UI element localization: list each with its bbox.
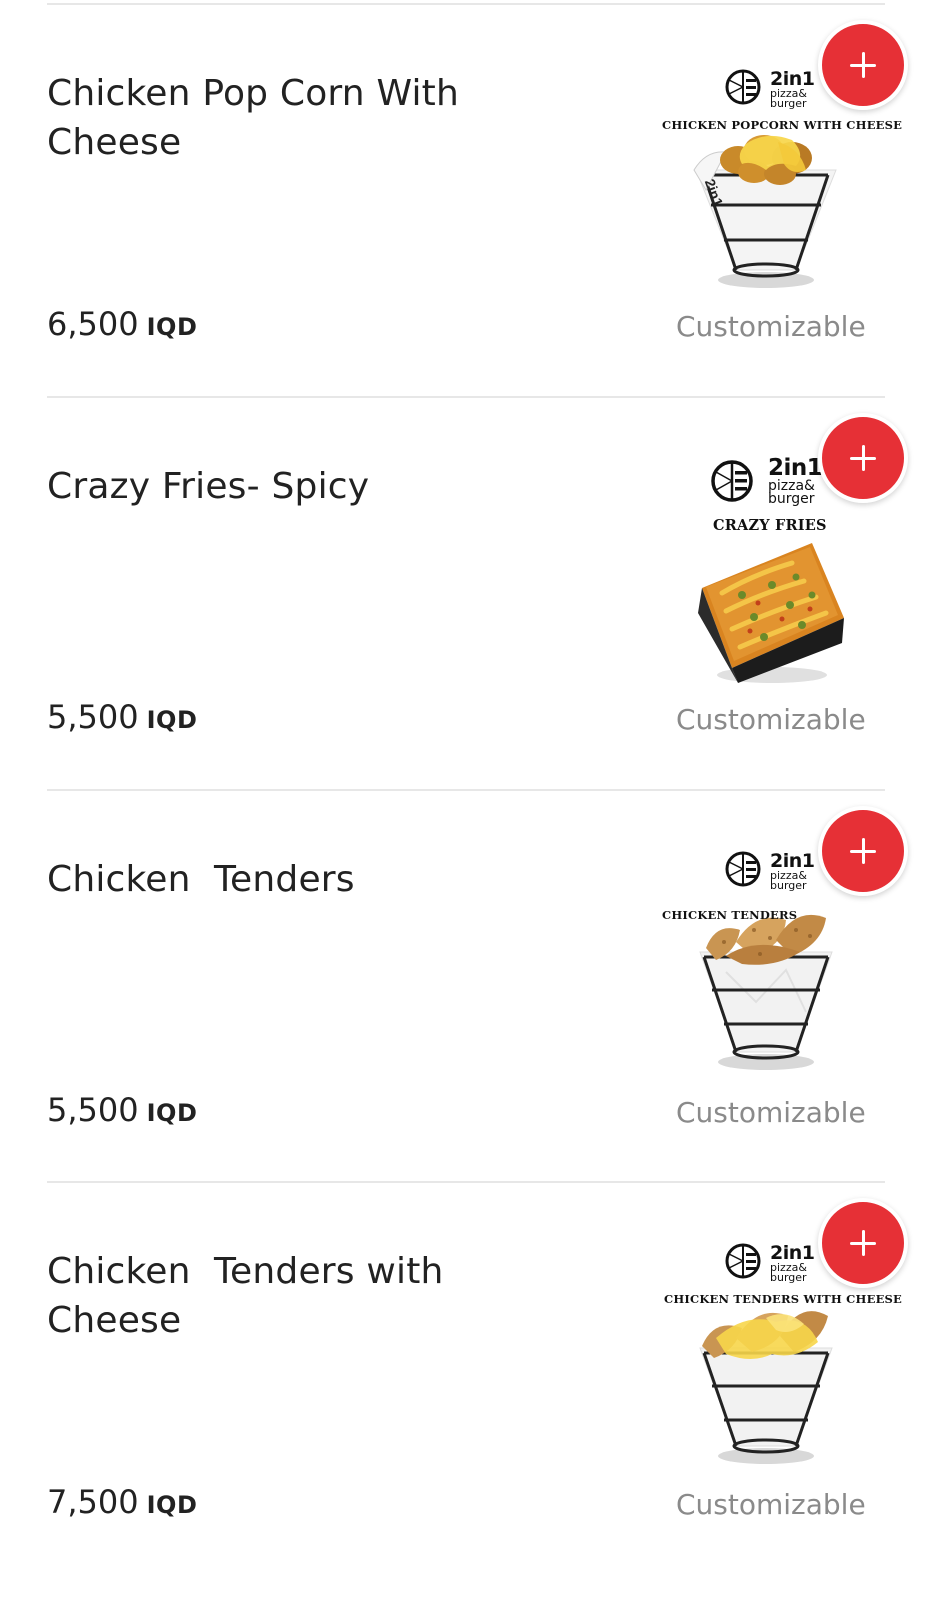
image-title: CHICKEN TENDERS [662, 908, 798, 922]
menu-item[interactable]: Chicken Tenders 5,500 IQD Customizable 2… [0, 790, 951, 1182]
menu-item[interactable]: Chicken Tenders with Cheese 7,500 IQD Cus… [0, 1182, 951, 1574]
brand-sub: burger [768, 491, 815, 507]
food-image [698, 543, 844, 683]
brand-name: 2in1 [768, 455, 823, 481]
add-to-cart-button[interactable] [818, 413, 908, 503]
item-price: 5,500 IQD [47, 697, 197, 740]
brand-sub: burger [770, 1271, 807, 1284]
item-name: Chicken Tenders with Cheese [47, 1251, 456, 1341]
customizable-label: Customizable [676, 1096, 866, 1129]
item-price: 7,500 IQD [47, 1482, 197, 1525]
plus-icon [850, 838, 876, 864]
brand-sub: burger [770, 879, 807, 892]
item-name: Chicken Tenders [47, 859, 355, 900]
brand-logo: 2in1 pizza& burger [768, 455, 823, 507]
item-price: 5,500 IQD [47, 1090, 197, 1133]
image-title: CHICKEN TENDERS WITH CHEESE [664, 1292, 903, 1306]
brand-logo-icon [725, 1243, 761, 1279]
customizable-label: Customizable [676, 1488, 866, 1521]
plus-icon [850, 1230, 876, 1256]
item-name: Chicken Pop Corn With Cheese [47, 73, 471, 163]
price-value: 5,500 [47, 698, 139, 736]
image-title: CHICKEN POPCORN WITH CHEESE [662, 118, 903, 132]
customizable-label: Customizable [676, 310, 866, 343]
add-to-cart-button[interactable] [818, 20, 908, 110]
item-name: Crazy Fries- Spicy [47, 466, 370, 507]
customizable-label: Customizable [676, 703, 866, 736]
food-image [699, 1311, 833, 1464]
price-currency: IQD [146, 1491, 198, 1519]
brand-logo-icon [711, 460, 753, 502]
add-to-cart-button[interactable] [818, 1198, 908, 1288]
menu-item[interactable]: Crazy Fries- Spicy 5,500 IQD Customizable [0, 397, 951, 789]
price-currency: IQD [146, 313, 198, 341]
brand-logo: 2in1 pizza& burger [770, 1244, 815, 1284]
price-value: 7,500 [47, 1483, 139, 1521]
image-title: CRAZY FRIES [713, 517, 827, 534]
plus-icon [850, 52, 876, 78]
food-image [699, 914, 833, 1070]
menu-item[interactable]: Chicken Pop Corn With Cheese 6,500 IQD Cu… [0, 4, 951, 396]
food-image: 2in1 [693, 135, 837, 288]
price-currency: IQD [146, 1099, 198, 1127]
plus-icon [850, 445, 876, 471]
brand-logo: 2in1 pizza& burger [770, 852, 815, 892]
brand-logo: 2in1 pizza& burger [770, 70, 815, 110]
add-to-cart-button[interactable] [818, 806, 908, 896]
price-value: 6,500 [47, 305, 139, 343]
brand-logo-icon [725, 69, 761, 105]
price-value: 5,500 [47, 1091, 139, 1129]
price-currency: IQD [146, 706, 198, 734]
brand-sub: burger [770, 97, 807, 110]
brand-logo-icon [725, 851, 761, 887]
item-price: 6,500 IQD [47, 304, 197, 347]
